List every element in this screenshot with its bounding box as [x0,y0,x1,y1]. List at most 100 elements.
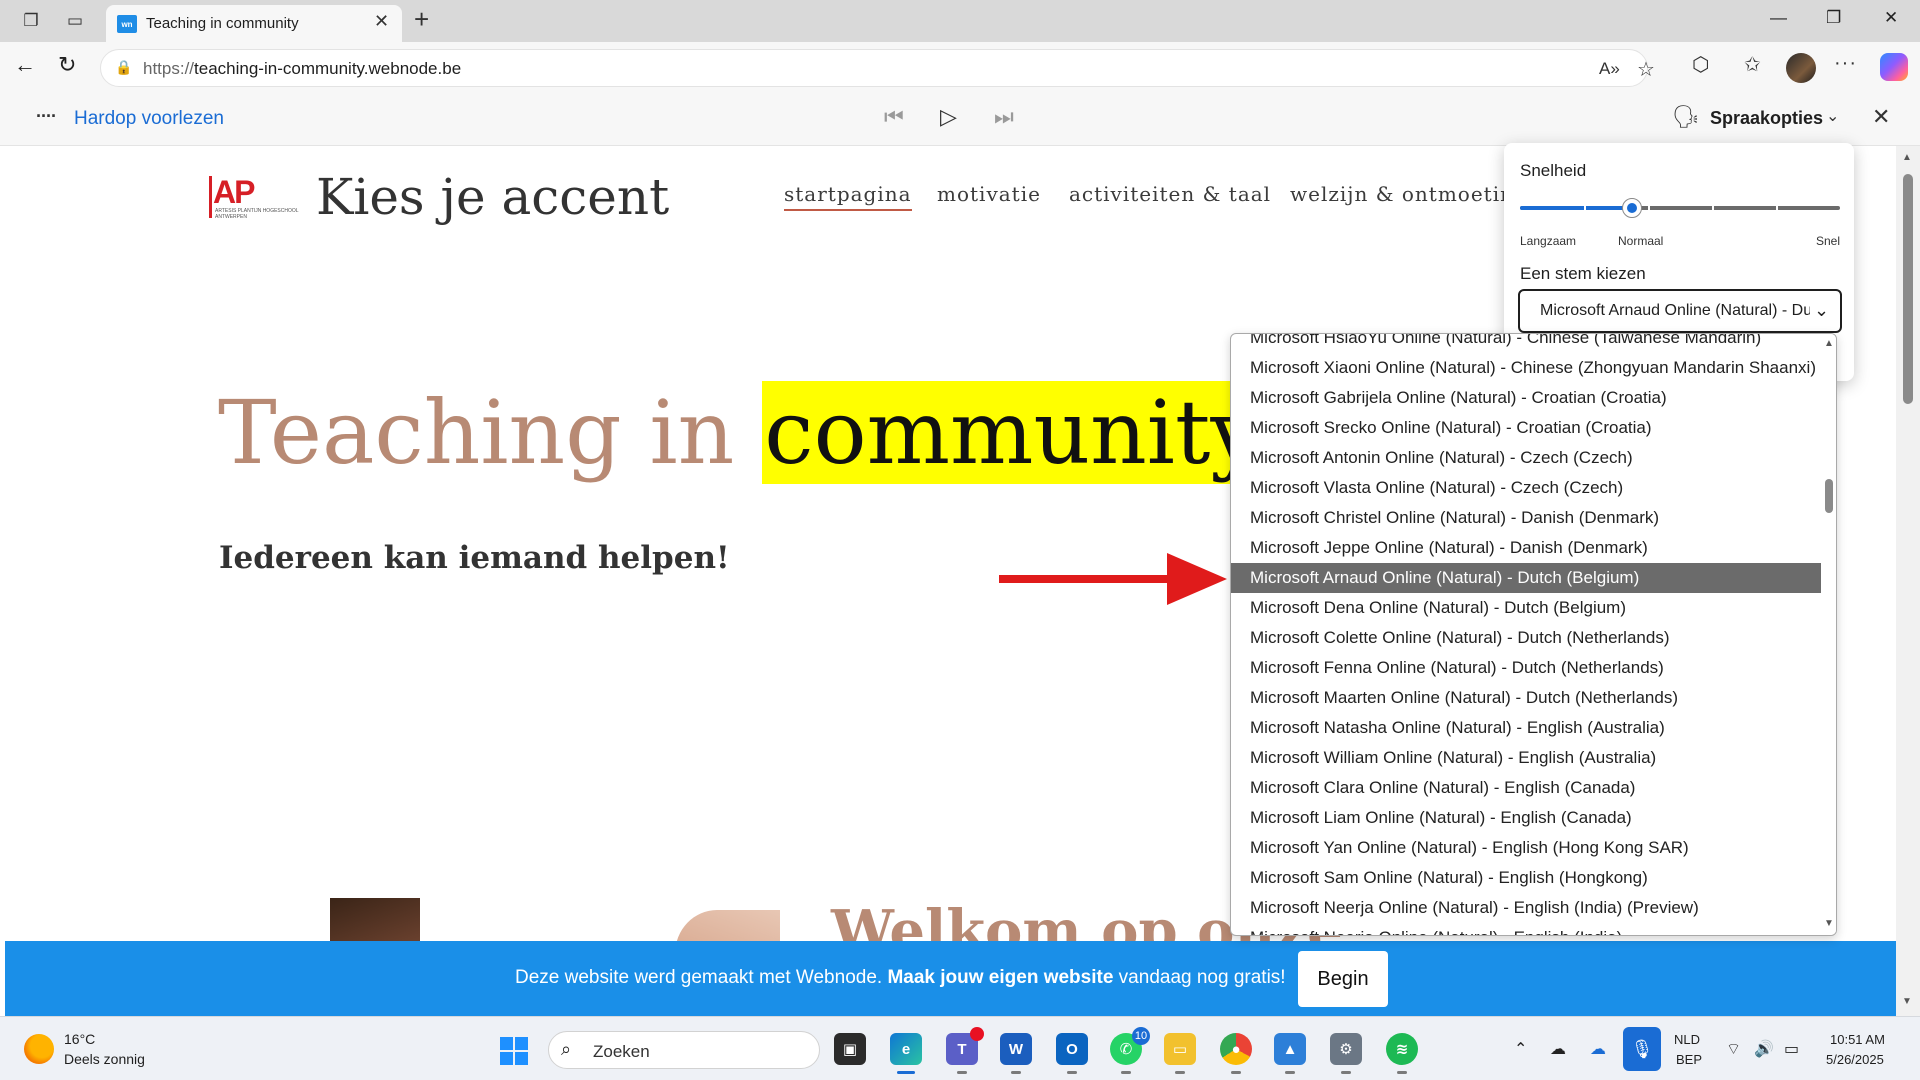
read-aloud-more-icon[interactable]: ···· [36,106,57,127]
dropdown-scroll-thumb[interactable] [1825,479,1833,513]
start-button[interactable] [500,1037,528,1065]
outlook-icon[interactable]: O [1056,1033,1088,1065]
read-aloud-icon[interactable]: A» [1599,59,1620,79]
clock-time[interactable]: 10:51 AM [1830,1032,1885,1047]
voice-option-selected[interactable]: Microsoft Arnaud Online (Natural) - Dutc… [1231,563,1821,593]
hero-subtitle: Iedereen kan iemand helpen! [219,540,730,576]
voice-option[interactable]: Microsoft Xiaoni Online (Natural) - Chin… [1231,353,1821,383]
menu-item-motivatie[interactable]: motivatie [937,182,1041,206]
voice-select[interactable]: Microsoft Arnaud Online (Natural) - Dutc… [1518,289,1842,333]
voice-option[interactable]: Microsoft Maarten Online (Natural) - Dut… [1231,683,1821,713]
address-row: ← ↻ 🔒 https://teaching-in-community.webn… [0,42,1920,94]
voice-option[interactable]: Microsoft Antonin Online (Natural) - Cze… [1231,443,1821,473]
show-hidden-icons-chevron-icon[interactable]: ⌃ [1514,1039,1527,1059]
voice-option[interactable]: Microsoft Liam Online (Natural) - Englis… [1231,803,1821,833]
back-arrow-icon[interactable]: ← [14,52,36,78]
close-tab-icon[interactable]: ✕ [374,11,389,32]
chevron-down-icon[interactable]: ⌄ [1814,300,1829,321]
speed-slider[interactable] [1520,198,1840,218]
voice-option[interactable]: Microsoft Dena Online (Natural) - Dutch … [1231,593,1821,623]
dropdown-scrollbar[interactable]: ▲ ▼ [1821,334,1836,935]
close-window-icon[interactable]: ✕ [1884,8,1898,28]
voice-option[interactable]: Microsoft Natasha Online (Natural) - Eng… [1231,713,1821,743]
scroll-down-icon[interactable]: ▼ [1902,996,1912,1007]
speed-slider-thumb[interactable] [1622,198,1642,218]
photos-icon[interactable]: ▲ [1274,1033,1306,1065]
voice-option[interactable]: Microsoft Fenna Online (Natural) - Dutch… [1231,653,1821,683]
input-language[interactable]: NLD [1674,1032,1700,1047]
begin-button[interactable]: Begin [1298,951,1388,1007]
taskbar-search[interactable]: ⌕ Zoeken [548,1031,820,1069]
address-bar[interactable]: 🔒 https://teaching-in-community.webnode.… [100,49,1655,87]
voice-option[interactable]: Microsoft Jeppe Online (Natural) - Danis… [1231,533,1821,563]
previous-paragraph-icon[interactable]: ⏮ [884,104,904,130]
battery-icon[interactable]: ▭ [1784,1039,1799,1059]
voice-option[interactable]: Microsoft Vlasta Online (Natural) - Czec… [1231,473,1821,503]
refresh-icon[interactable]: ↻ [58,52,76,78]
teams-icon[interactable]: T [946,1027,984,1065]
chevron-down-icon[interactable]: ⌄ [1826,106,1839,126]
page-scroll-thumb[interactable] [1903,174,1913,404]
voice-option[interactable]: Microsoft Neerja Online (Natural) - Engl… [1231,893,1821,923]
next-paragraph-icon[interactable]: ⏭ [994,104,1014,130]
onedrive-personal-icon[interactable]: ☁ [1550,1039,1566,1059]
play-icon[interactable]: ▷ [940,104,957,130]
edge-icon[interactable]: e [890,1033,922,1065]
weather-icon[interactable] [24,1034,54,1064]
voice-option[interactable]: Microsoft Colette Online (Natural) - Dut… [1231,623,1821,653]
close-read-aloud-icon[interactable]: ✕ [1872,104,1890,130]
whatsapp-icon[interactable]: ✆ 10 [1110,1027,1150,1065]
spotify-icon[interactable]: ≋ [1386,1033,1418,1065]
menu-item-activiteiten[interactable]: activiteiten & taal [1069,182,1271,206]
voice-option[interactable]: Microsoft HsiaoYu Online (Natural) - Chi… [1231,334,1821,353]
lock-icon[interactable]: 🔒 [115,59,132,76]
voice-option[interactable]: Microsoft Clara Online (Natural) - Engli… [1231,773,1821,803]
vertical-tabs-icon[interactable]: ▭ [62,8,88,34]
scroll-up-icon[interactable]: ▲ [1902,152,1912,163]
new-tab-icon[interactable]: + [414,4,429,35]
browser-tab[interactable]: wn Teaching in community ✕ [106,5,402,42]
search-icon: ⌕ [561,1039,572,1059]
menu-item-startpagina[interactable]: startpagina [784,182,912,211]
voice-option[interactable]: Microsoft William Online (Natural) - Eng… [1231,743,1821,773]
voice-option[interactable]: Microsoft Neerja Online (Natural) - Engl… [1231,923,1821,935]
wifi-icon[interactable]: ⌔ [1726,1039,1741,1059]
restore-icon[interactable]: ❐ [1826,8,1841,28]
word-icon[interactable]: W [1000,1033,1032,1065]
minimize-icon[interactable]: — [1770,8,1787,28]
extensions-icon[interactable]: ⬡ [1692,52,1709,77]
app-indicator [957,1071,967,1074]
profile-avatar[interactable] [1786,53,1816,83]
settings-gear-icon[interactable]: ⚙ [1330,1033,1362,1065]
url-text[interactable]: https://teaching-in-community.webnode.be [143,59,461,79]
scroll-down-icon[interactable]: ▼ [1824,918,1834,929]
copilot-icon[interactable] [1880,53,1908,81]
voice-option[interactable]: Microsoft Yan Online (Natural) - English… [1231,833,1821,863]
weather-temperature[interactable]: 16°C [64,1031,95,1047]
keyboard-layout[interactable]: BEP [1676,1052,1702,1067]
favorite-star-icon[interactable]: ☆ [1637,57,1655,82]
chrome-icon[interactable]: ● [1220,1033,1252,1065]
weather-description[interactable]: Deels zonnig [64,1051,145,1067]
page-scrollbar[interactable]: ▲ ▼ [1896,146,1920,1016]
workspaces-icon[interactable]: ❐ [18,8,44,34]
volume-icon[interactable]: 🔊 [1754,1039,1774,1059]
microphone-icon[interactable]: 🎙 [1623,1027,1661,1071]
voice-options-icon[interactable]: 🗣 [1672,104,1700,130]
menu-item-welzijn[interactable]: welzijn & ontmoeting [1290,182,1528,206]
scroll-up-icon[interactable]: ▲ [1824,338,1834,349]
site-title[interactable]: Kies je accent [316,168,669,226]
file-explorer-icon[interactable]: ▭ [1164,1033,1196,1065]
voice-options-button[interactable]: Spraakopties [1710,108,1823,129]
clock-date[interactable]: 5/26/2025 [1826,1052,1884,1067]
voice-dropdown-list[interactable]: Microsoft HsiaoYu Online (Natural) - Chi… [1230,333,1837,936]
task-view-icon[interactable]: ▣ [834,1033,866,1065]
more-menu-icon[interactable]: ··· [1834,52,1857,75]
voice-option[interactable]: Microsoft Christel Online (Natural) - Da… [1231,503,1821,533]
voice-option[interactable]: Microsoft Gabrijela Online (Natural) - C… [1231,383,1821,413]
onedrive-business-icon[interactable]: ☁ [1590,1039,1606,1059]
favorites-icon[interactable]: ✩ [1744,52,1761,77]
ap-logo[interactable]: AP ARTESIS PLANTIJN HOGESCHOOL ANTWERPEN [209,174,299,220]
voice-option[interactable]: Microsoft Sam Online (Natural) - English… [1231,863,1821,893]
voice-option[interactable]: Microsoft Srecko Online (Natural) - Croa… [1231,413,1821,443]
